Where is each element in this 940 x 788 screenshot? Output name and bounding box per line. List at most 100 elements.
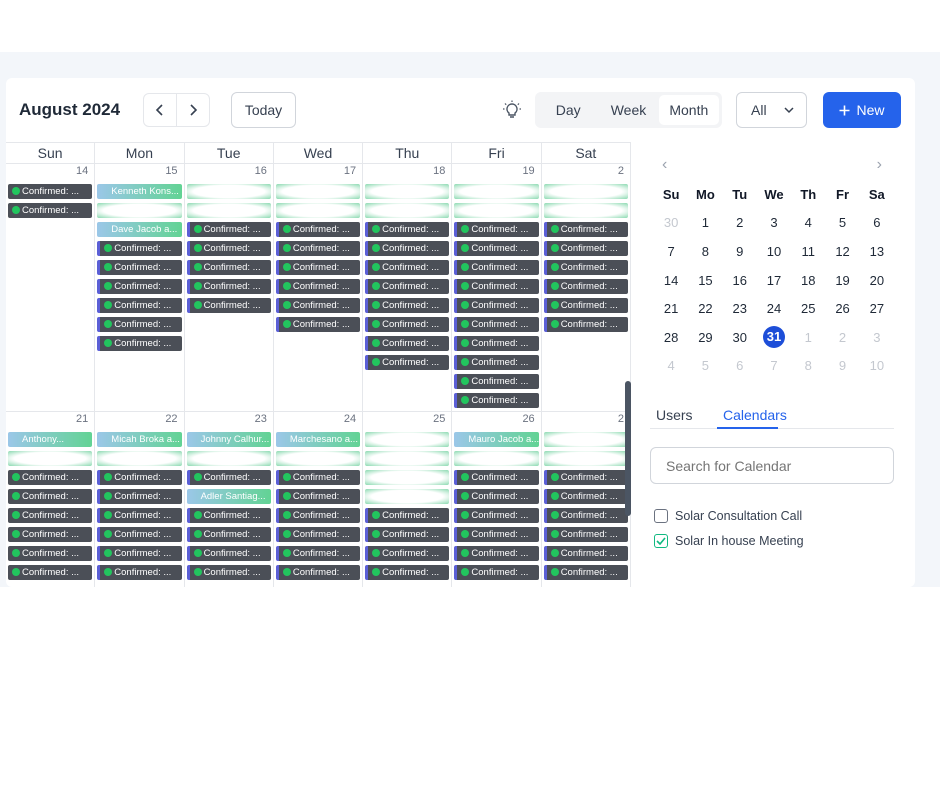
event-chip[interactable]: Confirmed: ...	[186, 527, 271, 542]
event-chip[interactable]: Anthony...	[8, 432, 93, 447]
event-chip[interactable]: Confirmed: ...	[275, 470, 361, 485]
mini-day[interactable]: 5	[825, 215, 859, 230]
event-chip[interactable]	[365, 470, 450, 485]
event-chip[interactable]: Confirmed: ...	[454, 374, 539, 389]
event-chip[interactable]: Confirmed: ...	[543, 298, 628, 313]
event-chip[interactable]: Confirmed: ...	[454, 546, 539, 561]
mini-day[interactable]: 8	[791, 358, 825, 373]
event-chip[interactable]: Confirmed: ...	[97, 298, 182, 313]
event-chip[interactable]: Confirmed: ...	[454, 527, 539, 542]
event-chip[interactable]: Confirmed: ...	[365, 222, 450, 237]
event-chip[interactable]	[186, 203, 271, 218]
event-chip[interactable]: Confirmed: ...	[275, 260, 361, 275]
mini-day[interactable]: 9	[825, 358, 859, 373]
day-cell[interactable]: 2 Confirmed: ... Confirmed: ... Confirmed: …	[542, 412, 631, 587]
event-chip[interactable]: Confirmed: ...	[186, 241, 271, 256]
event-chip[interactable]: Confirmed: ...	[186, 222, 271, 237]
mini-day[interactable]: 25	[791, 301, 825, 316]
event-chip[interactable]: Confirmed: ...	[275, 508, 361, 523]
mini-day[interactable]: 21	[654, 301, 688, 316]
mini-day[interactable]: 1	[791, 330, 825, 345]
event-chip[interactable]: Confirmed: ...	[454, 470, 539, 485]
event-chip[interactable]: Confirmed: ...	[275, 298, 361, 313]
view-month-button[interactable]: Month	[658, 95, 719, 125]
mini-day[interactable]: 7	[654, 244, 688, 259]
mini-day[interactable]: 19	[825, 273, 859, 288]
view-week-button[interactable]: Week	[598, 95, 658, 125]
event-chip[interactable]: Confirmed: ...	[543, 279, 628, 294]
day-cell[interactable]: 22 Micah Broka a... Confirmed: ... Confirme…	[95, 412, 185, 587]
event-chip[interactable]: Confirmed: ...	[97, 241, 182, 256]
event-chip[interactable]: Confirmed: ...	[543, 260, 628, 275]
tab-users[interactable]: Users	[656, 407, 693, 423]
event-chip[interactable]: Confirmed: ...	[275, 222, 361, 237]
event-chip[interactable]	[97, 451, 182, 466]
event-chip[interactable]: Confirmed: ...	[365, 546, 450, 561]
mini-day[interactable]: 13	[860, 244, 894, 259]
today-button[interactable]: Today	[231, 92, 296, 128]
event-chip[interactable]: Confirmed: ...	[186, 470, 271, 485]
event-chip[interactable]: Confirmed: ...	[97, 279, 182, 294]
event-chip[interactable]: Confirmed: ...	[454, 241, 539, 256]
event-chip[interactable]: Confirmed: ...	[8, 203, 93, 218]
event-chip[interactable]: Confirmed: ...	[365, 241, 450, 256]
event-chip[interactable]	[365, 432, 450, 447]
event-chip[interactable]: Dave Jacob a...	[97, 222, 182, 237]
mini-day[interactable]: 2	[723, 215, 757, 230]
event-chip[interactable]: Confirmed: ...	[97, 508, 182, 523]
mini-day[interactable]: 17	[757, 273, 791, 288]
event-chip[interactable]: Confirmed: ...	[8, 546, 93, 561]
day-cell[interactable]: 15 Kenneth Kons... Dave Jacob a... Confirme…	[95, 164, 185, 411]
event-chip[interactable]: Confirmed: ...	[97, 489, 182, 504]
mini-next-button[interactable]: ›	[877, 156, 882, 174]
mini-day[interactable]: 2	[825, 330, 859, 345]
mini-day[interactable]: 30	[723, 330, 757, 345]
event-chip[interactable]: Confirmed: ...	[186, 565, 271, 580]
day-cell[interactable]: 26 Mauro Jacob a... Confirmed: ... Confirme…	[452, 412, 542, 587]
event-chip[interactable]: Confirmed: ...	[365, 565, 450, 580]
event-chip[interactable]: Confirmed: ...	[454, 565, 539, 580]
event-chip[interactable]: Confirmed: ...	[8, 508, 93, 523]
mini-day[interactable]: 18	[791, 273, 825, 288]
mini-day[interactable]: 6	[860, 215, 894, 230]
mini-day[interactable]: 4	[654, 358, 688, 373]
event-chip[interactable]: Confirmed: ...	[97, 546, 182, 561]
next-month-button[interactable]	[176, 94, 209, 126]
event-chip[interactable]: Confirmed: ...	[454, 489, 539, 504]
mini-day[interactable]: 24	[757, 301, 791, 316]
mini-day[interactable]: 20	[860, 273, 894, 288]
event-chip[interactable]: Confirmed: ...	[543, 527, 628, 542]
event-chip[interactable]: Confirmed: ...	[365, 527, 450, 542]
mini-day[interactable]: 14	[654, 273, 688, 288]
event-chip[interactable]: Confirmed: ...	[275, 546, 361, 561]
event-chip[interactable]	[543, 432, 628, 447]
event-chip[interactable]: Confirmed: ...	[8, 565, 93, 580]
mini-day[interactable]: 3	[860, 330, 894, 345]
event-chip[interactable]: Confirmed: ...	[97, 565, 182, 580]
event-chip[interactable]: Confirmed: ...	[275, 565, 361, 580]
event-chip[interactable]: Confirmed: ...	[97, 527, 182, 542]
event-chip[interactable]: Confirmed: ...	[454, 260, 539, 275]
event-chip[interactable]	[186, 184, 271, 199]
day-cell[interactable]: 18 Confirmed: ... Confirmed: ... Confirmed:…	[363, 164, 453, 411]
event-chip[interactable]: Confirmed: ...	[275, 527, 361, 542]
event-chip[interactable]	[454, 451, 539, 466]
event-chip[interactable]: Confirmed: ...	[8, 489, 93, 504]
day-cell[interactable]: 14 Confirmed: ... Confirmed: ...	[6, 164, 96, 411]
event-chip[interactable]: Confirmed: ...	[275, 279, 361, 294]
mini-day[interactable]: 12	[825, 244, 859, 259]
event-chip[interactable]	[275, 184, 361, 199]
mini-day[interactable]: 23	[723, 301, 757, 316]
event-chip[interactable]: Confirmed: ...	[275, 489, 361, 504]
event-chip[interactable]	[186, 451, 271, 466]
event-chip[interactable]	[365, 203, 450, 218]
event-chip[interactable]: Confirmed: ...	[97, 317, 182, 332]
event-chip[interactable]: Confirmed: ...	[454, 355, 539, 370]
day-cell[interactable]: 16 Confirmed: ... Confirmed: ... Confirmed:…	[185, 164, 274, 411]
day-cell[interactable]: 24 Marchesano a... Confirmed: ... Confirmed…	[274, 412, 364, 587]
event-chip[interactable]: Confirmed: ...	[454, 317, 539, 332]
event-chip[interactable]: Confirmed: ...	[97, 470, 182, 485]
calendar-option-inhouse[interactable]: Solar In house Meeting	[654, 534, 804, 548]
event-chip[interactable]: Confirmed: ...	[543, 489, 628, 504]
event-chip[interactable]	[275, 203, 361, 218]
